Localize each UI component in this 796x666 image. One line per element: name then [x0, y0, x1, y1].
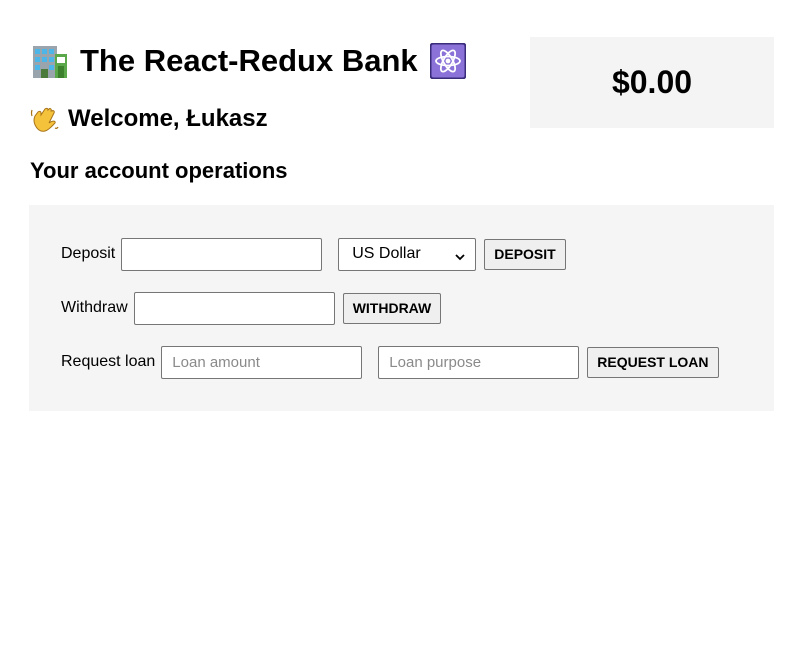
deposit-button[interactable]: DEPOSIT — [484, 238, 566, 270]
app-title-text: The React-Redux Bank — [80, 43, 418, 78]
bank-building-icon — [30, 42, 68, 80]
deposit-label: Deposit — [61, 245, 116, 262]
app-title: The React-Redux Bank — [30, 36, 467, 86]
operations-panel: Deposit US Dollar DEPOSIT Withdraw WITHD… — [29, 205, 774, 411]
deposit-row: Deposit US Dollar DEPOSIT — [61, 237, 566, 271]
request-loan-button[interactable]: REQUEST LOAN — [587, 346, 719, 378]
withdraw-amount-input[interactable] — [133, 291, 335, 325]
operations-heading: Your account operations — [30, 158, 288, 183]
bank-app: The React-Redux Bank $0.00 Welcome, Łuka… — [0, 0, 796, 666]
withdraw-button[interactable]: WITHDRAW — [342, 292, 442, 324]
currency-select[interactable]: US Dollar — [338, 237, 477, 271]
atom-icon — [429, 42, 467, 80]
withdraw-label: Withdraw — [61, 299, 128, 316]
welcome-message: Welcome, Łukasz — [30, 100, 268, 138]
loan-row: Request loan REQUEST LOAN — [61, 345, 719, 379]
currency-selected-value: US Dollar — [352, 245, 421, 262]
balance-amount: $0.00 — [611, 64, 693, 100]
chevron-down-icon — [455, 249, 465, 261]
withdraw-row: Withdraw WITHDRAW — [61, 291, 442, 325]
loan-label: Request loan — [61, 353, 156, 370]
loan-amount-input[interactable] — [161, 345, 363, 379]
waving-hand-icon — [30, 104, 60, 134]
deposit-amount-input[interactable] — [121, 237, 323, 271]
balance-display: $0.00 — [530, 37, 774, 128]
welcome-text: Welcome, Łukasz — [68, 105, 268, 132]
loan-purpose-input[interactable] — [378, 345, 580, 379]
